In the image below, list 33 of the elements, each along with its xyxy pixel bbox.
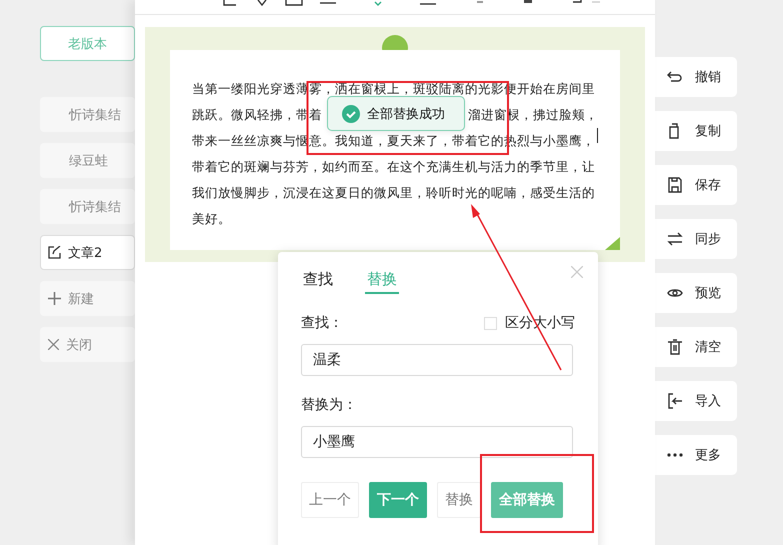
action-button[interactable]: 撤销 [655,57,737,97]
paragraph-text: 美好。 [192,210,231,228]
sidebar-item[interactable]: 文章2 [40,235,135,270]
toolbar-icon[interactable] [223,0,237,8]
action-button[interactable]: 导入 [655,381,737,421]
action-button[interactable]: 预览 [655,273,737,313]
dialog-button[interactable]: 替换 [437,482,481,518]
toolbar-icon[interactable] [285,0,303,8]
close-icon [48,339,59,350]
plus-icon [48,292,61,305]
swap-icon [667,231,683,247]
paragraph-text: 带着它的斑斓与芬芳，如约而至。在这个充满生机与活力的季节里，让 [192,158,595,176]
replace-label: 替换为： [301,396,357,414]
dialog-tab[interactable]: 查找 [301,270,335,294]
corner-mark [605,237,620,250]
action-button[interactable]: 清空 [655,327,737,367]
dialog-button[interactable]: 上一个 [301,482,359,518]
find-input[interactable]: 温柔 [301,344,573,376]
find-label: 查找： [301,314,343,332]
paragraph-text: 我们放慢脚步，沉浸在这夏日的微风里，聆听时光的呢喃，感受生活的 [192,184,595,202]
toast-message: 全部替换成功 [367,106,445,122]
replace-input[interactable]: 小墨鹰 [301,426,573,458]
toolbar-icon[interactable] [257,0,267,8]
save-icon [667,177,683,193]
action-button[interactable]: 同步 [655,219,737,259]
import-icon [667,393,683,409]
trash-icon [667,339,683,355]
chevron-down-icon[interactable] [374,0,382,8]
action-button[interactable]: 保存 [655,165,737,205]
edit-icon [48,246,61,259]
action-button[interactable]: 更多 [655,435,737,475]
check-circle-icon [342,104,360,122]
action-button[interactable]: 复制 [655,111,737,151]
